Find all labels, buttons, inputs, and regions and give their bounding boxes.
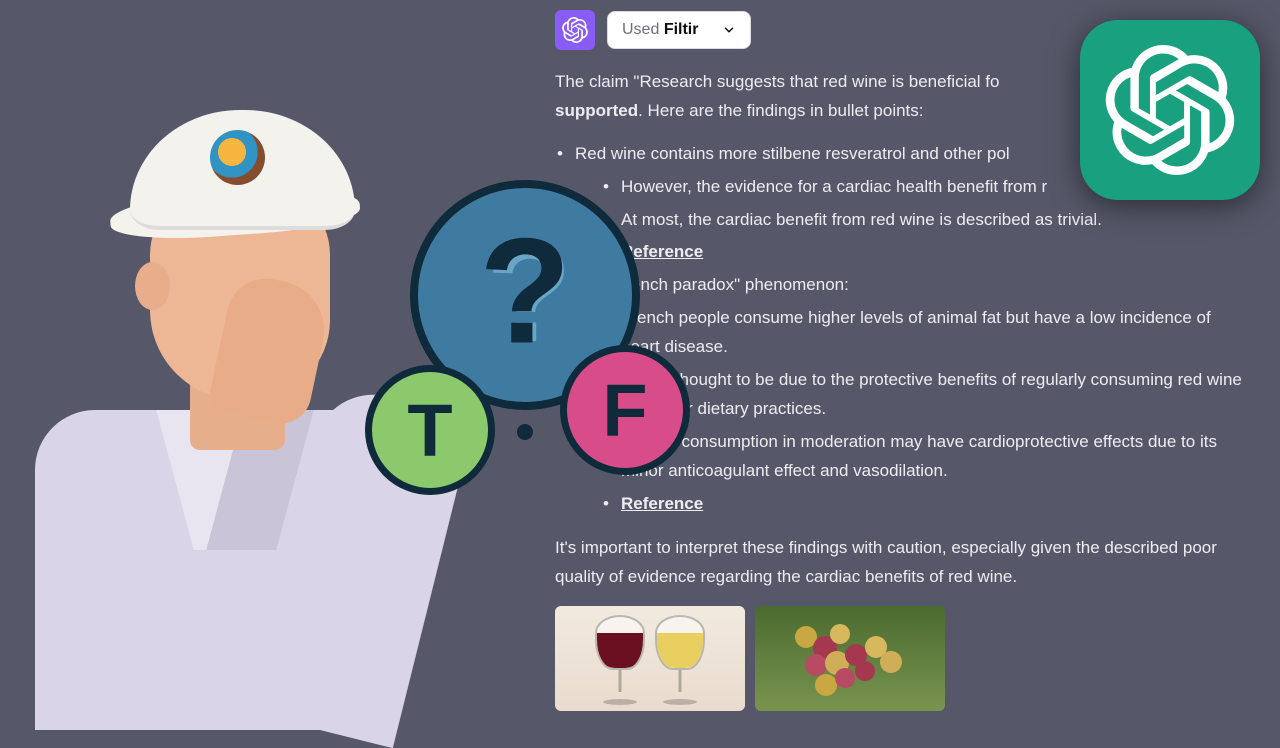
closing-paragraph: It's important to interpret these findin…: [555, 534, 1245, 592]
openai-icon: [562, 17, 588, 43]
false-letter: F: [602, 368, 647, 453]
plugin-badge: [555, 10, 595, 50]
bullet-1-text: Red wine contains more stilbene resverat…: [575, 144, 1010, 163]
chevron-down-icon: [722, 23, 736, 37]
wine-glasses-thumb[interactable]: [555, 606, 745, 711]
bullet-2-sub-1: French people consume higher levels of a…: [601, 304, 1245, 362]
bullet-2-sub-2: This is thought to be due to the protect…: [601, 366, 1245, 424]
intro-supported: supported: [555, 101, 638, 120]
person-overlay: [0, 10, 415, 730]
bullet-1-ref: Reference: [601, 238, 1245, 267]
bullet-2-sub-3: Alcohol consumption in moderation may ha…: [601, 428, 1245, 486]
openai-icon: [1105, 45, 1235, 175]
bullet-1-sub-2: At most, the cardiac benefit from red wi…: [601, 206, 1245, 235]
openai-logo-overlay: [1080, 20, 1260, 200]
dropdown-plugin-name: Filtir: [664, 21, 699, 38]
dropdown-prefix: Used: [622, 21, 659, 38]
intro-text-1: The claim "Research suggests that red wi…: [555, 72, 999, 91]
plugin-dropdown[interactable]: Used Filtir: [607, 11, 751, 49]
true-letter: T: [407, 388, 452, 473]
intro-text-3: . Here are the findings in bullet points…: [638, 101, 923, 120]
true-false-question-icon: ? ? T F: [360, 170, 690, 500]
grapes-thumb[interactable]: [755, 606, 945, 711]
image-row: [555, 606, 1245, 711]
bullet-2-ref: Reference: [601, 490, 1245, 519]
